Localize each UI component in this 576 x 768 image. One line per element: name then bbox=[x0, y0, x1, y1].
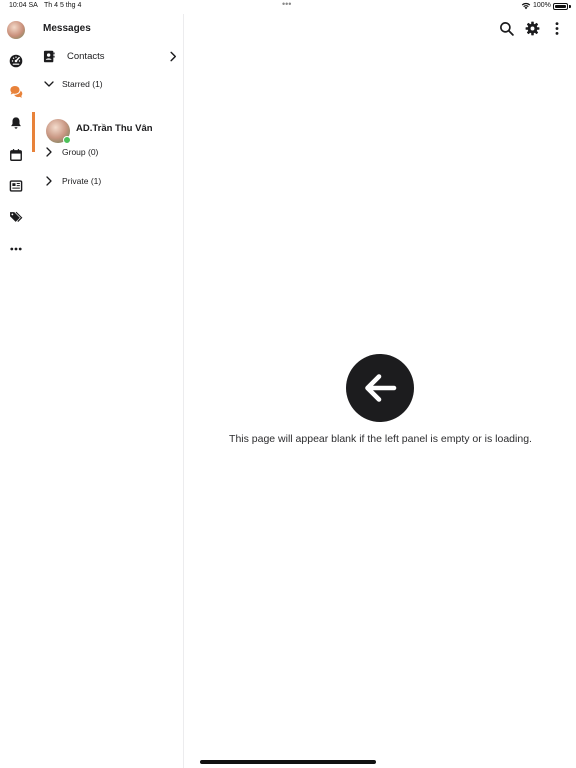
battery-percent: 100% bbox=[533, 2, 551, 9]
contacts-label: Contacts bbox=[67, 51, 105, 62]
battery-fill bbox=[555, 5, 566, 8]
gauge-icon[interactable] bbox=[9, 54, 23, 68]
empty-state-arrow bbox=[346, 354, 414, 422]
ellipsis-icon[interactable] bbox=[9, 242, 23, 256]
group-group[interactable]: Group (0) bbox=[32, 143, 184, 161]
newspaper-icon[interactable] bbox=[9, 179, 23, 193]
battery-cap bbox=[569, 5, 571, 8]
calendar-icon[interactable] bbox=[9, 148, 23, 162]
status-bar: 10:04 SA Th 4 5 thg 4 ••• 100% bbox=[0, 0, 576, 14]
contacts-row[interactable]: Contacts bbox=[32, 47, 184, 67]
tags-icon[interactable] bbox=[9, 210, 23, 224]
chevron-down-icon bbox=[44, 81, 54, 87]
chat-bubbles-icon[interactable] bbox=[9, 85, 23, 99]
main-content: This page will appear blank if the left … bbox=[185, 14, 576, 768]
status-time: 10:04 SA bbox=[9, 2, 38, 9]
chevron-right-icon bbox=[46, 176, 52, 186]
empty-state-message: This page will appear blank if the left … bbox=[229, 433, 532, 445]
chevron-right-icon bbox=[170, 51, 177, 62]
battery-icon bbox=[553, 3, 568, 10]
panel-title: Messages bbox=[43, 23, 91, 34]
status-date: Th 4 5 thg 4 bbox=[44, 2, 82, 9]
nav-rail bbox=[0, 14, 32, 768]
group-starred[interactable]: Starred (1) bbox=[32, 75, 184, 93]
multitasking-dots[interactable]: ••• bbox=[282, 0, 291, 9]
wifi-icon bbox=[521, 2, 531, 10]
arrow-left-icon bbox=[365, 374, 397, 402]
home-indicator[interactable] bbox=[200, 760, 376, 764]
group-label-starred: Starred (1) bbox=[62, 79, 103, 89]
address-book-icon bbox=[43, 50, 55, 63]
contact-name: AD.Trần Thu Vân bbox=[76, 123, 153, 134]
bell-icon[interactable] bbox=[9, 116, 23, 130]
group-label-private: Private (1) bbox=[62, 176, 102, 186]
search-icon[interactable] bbox=[499, 21, 514, 36]
group-label-group: Group (0) bbox=[62, 147, 99, 157]
group-private[interactable]: Private (1) bbox=[32, 172, 184, 190]
gear-icon[interactable] bbox=[525, 21, 540, 36]
user-avatar[interactable] bbox=[7, 21, 25, 39]
conversation-panel: Messages Contacts Starred (1) AD.Trần Th… bbox=[32, 14, 184, 768]
vertical-ellipsis-icon[interactable] bbox=[552, 21, 562, 36]
chevron-right-icon bbox=[46, 147, 52, 157]
